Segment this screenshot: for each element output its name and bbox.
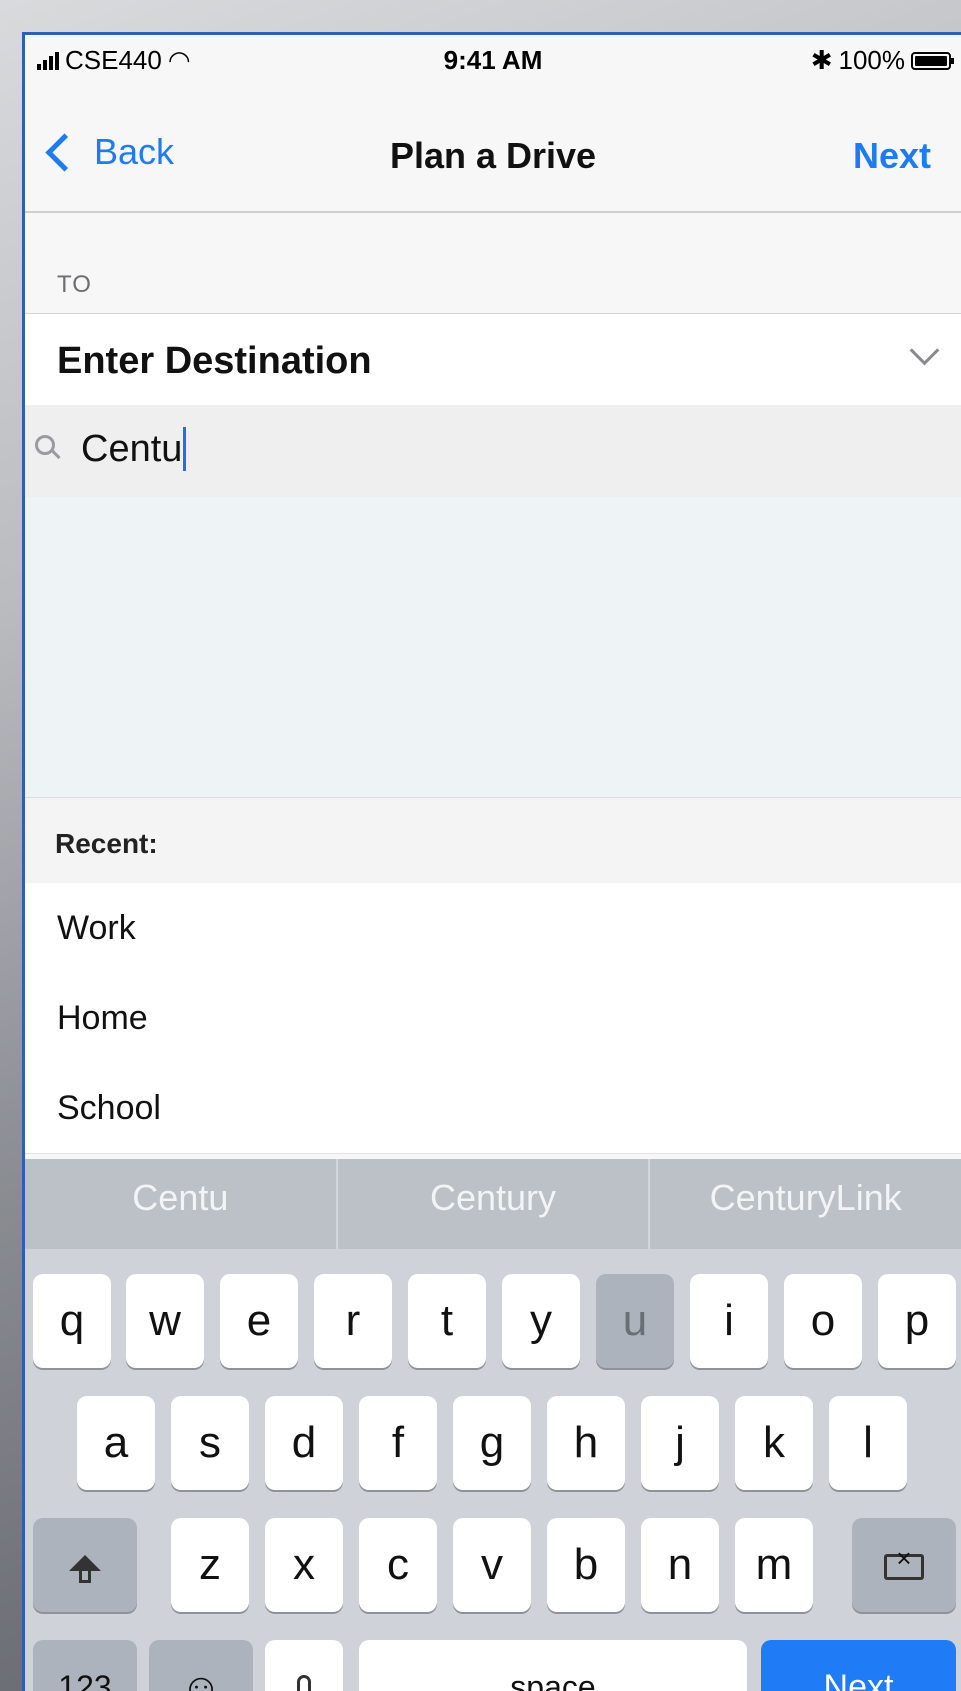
key-c[interactable]: c — [359, 1518, 437, 1612]
key-u[interactable]: u — [596, 1274, 674, 1368]
key-x[interactable]: x — [265, 1518, 343, 1612]
next-button[interactable]: Next — [853, 135, 931, 177]
key-n[interactable]: n — [641, 1518, 719, 1612]
destination-label: Enter Destination — [57, 340, 372, 382]
recent-item-work[interactable]: Work — [25, 883, 961, 974]
key-r[interactable]: r — [314, 1274, 392, 1368]
key-k[interactable]: k — [735, 1396, 813, 1490]
key-p[interactable]: p — [878, 1274, 956, 1368]
key-j[interactable]: j — [641, 1396, 719, 1490]
key-b[interactable]: b — [547, 1518, 625, 1612]
to-section-label: TO — [57, 271, 92, 298]
search-text: Centu — [81, 427, 183, 470]
key-l[interactable]: l — [829, 1396, 907, 1490]
key-s[interactable]: s — [171, 1396, 249, 1490]
recent-item-school[interactable]: School — [25, 1063, 961, 1154]
key-d[interactable]: d — [265, 1396, 343, 1490]
space-key[interactable]: space — [359, 1640, 747, 1691]
key-v[interactable]: v — [453, 1518, 531, 1612]
navigation-bar: Back Plan a Drive Next — [25, 95, 961, 213]
key-a[interactable]: a — [77, 1396, 155, 1490]
key-f[interactable]: f — [359, 1396, 437, 1490]
shift-icon — [69, 1555, 101, 1583]
suggestion-1[interactable]: Centu — [25, 1159, 338, 1249]
emoji-icon: ☺ — [180, 1666, 222, 1691]
suggestion-bar: Centu Century CenturyLink — [25, 1159, 961, 1249]
backspace-key[interactable] — [852, 1518, 956, 1612]
numbers-key[interactable]: 123 — [33, 1640, 137, 1691]
text-cursor — [183, 427, 187, 471]
search-icon — [35, 435, 55, 455]
chevron-down-icon — [909, 335, 940, 366]
search-input[interactable]: Centu — [25, 405, 961, 499]
key-t[interactable]: t — [408, 1274, 486, 1368]
key-q[interactable]: q — [33, 1274, 111, 1368]
suggestion-3[interactable]: CenturyLink — [650, 1159, 961, 1249]
return-next-key[interactable]: Next — [761, 1640, 956, 1691]
key-y[interactable]: y — [502, 1274, 580, 1368]
suggestion-2[interactable]: Century — [338, 1159, 651, 1249]
microphone-icon — [297, 1675, 311, 1691]
key-h[interactable]: h — [547, 1396, 625, 1490]
key-g[interactable]: g — [453, 1396, 531, 1490]
recent-item-home[interactable]: Home — [25, 973, 961, 1064]
key-z[interactable]: z — [171, 1518, 249, 1612]
key-m[interactable]: m — [735, 1518, 813, 1612]
shift-key[interactable] — [33, 1518, 137, 1612]
battery-percent: 100% — [838, 45, 906, 75]
bluetooth-icon: ✱ — [810, 45, 833, 75]
key-w[interactable]: w — [126, 1274, 204, 1368]
keyboard: Centu Century CenturyLink q w e r t y u … — [25, 1159, 961, 1691]
results-area — [25, 497, 961, 797]
key-i[interactable]: i — [690, 1274, 768, 1368]
page-title: Plan a Drive — [389, 135, 597, 176]
dictation-key[interactable] — [265, 1640, 343, 1691]
recent-header: Recent: — [25, 797, 961, 885]
status-bar: CSE440 ◠ 9:41 AM ✱ 100% — [25, 35, 961, 95]
key-o[interactable]: o — [784, 1274, 862, 1368]
key-e[interactable]: e — [220, 1274, 298, 1368]
destination-selector[interactable]: Enter Destination — [25, 313, 961, 407]
battery-icon — [911, 51, 954, 70]
emoji-key[interactable]: ☺ — [149, 1640, 253, 1691]
backspace-icon — [884, 1545, 924, 1581]
phone-screen: CSE440 ◠ 9:41 AM ✱ 100% Back Plan a Driv… — [22, 32, 961, 1691]
